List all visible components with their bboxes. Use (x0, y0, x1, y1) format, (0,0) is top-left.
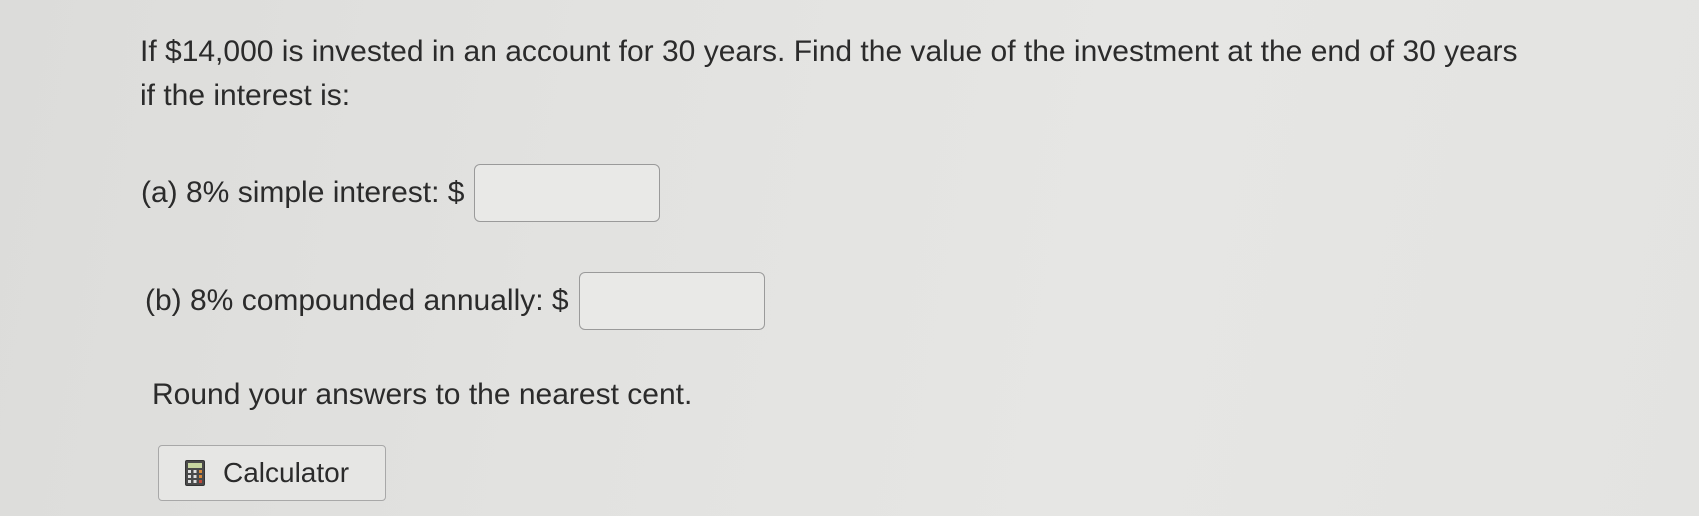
part-a-row: (a) 8% simple interest: $ (141, 164, 661, 222)
rounding-instruction: Round your answers to the nearest cent. (152, 378, 693, 411)
part-a-answer-input[interactable] (474, 164, 661, 222)
calculator-button[interactable]: Calculator (158, 445, 386, 501)
calculator-icon (185, 460, 205, 486)
question-text: If $14,000 is invested in an account for… (140, 35, 1518, 112)
part-a-label: (a) 8% simple interest: $ (141, 176, 465, 209)
part-b-label: (b) 8% compounded annually: $ (145, 284, 569, 317)
calculator-label: Calculator (223, 457, 350, 488)
part-b-row: (b) 8% compounded annually: $ (145, 272, 765, 330)
part-b-answer-input[interactable] (578, 272, 765, 330)
